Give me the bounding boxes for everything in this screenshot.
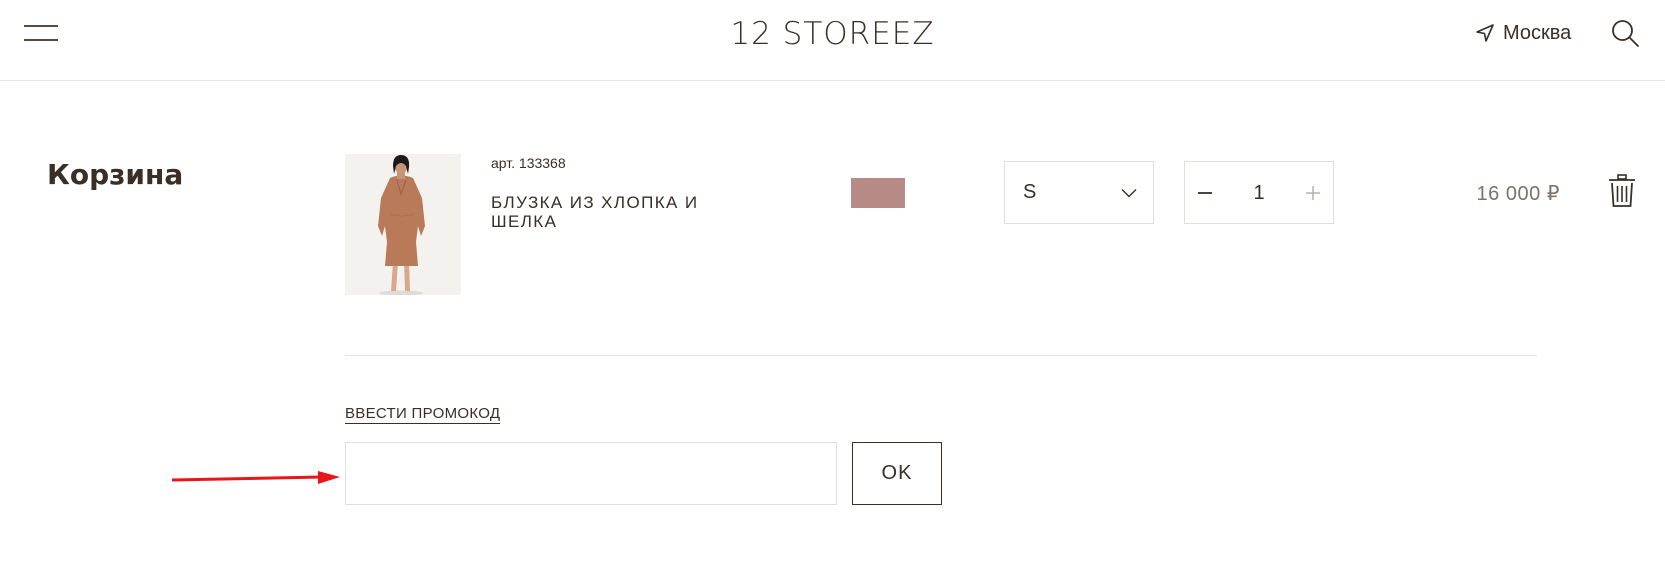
product-price: 16 000 ₽ [1476,183,1560,205]
city-selector[interactable]: Москва [1475,20,1571,46]
annotation-arrow-icon [172,471,340,484]
brand-logo[interactable]: 12 STOREEZ [0,16,1665,52]
promo-code-link[interactable]: ВВЕСТИ ПРОМОКОД [345,405,501,424]
product-sku: арт. 133368 [491,155,566,171]
quantity-value[interactable]: 1 [1225,182,1293,205]
site-header: 12 STOREEZ Москва [0,0,1665,81]
promo-apply-button[interactable]: OK [852,442,942,505]
quantity-decrease-button[interactable] [1185,162,1225,223]
promo-code-input[interactable] [345,442,837,505]
trash-icon[interactable] [1607,174,1637,208]
city-label: Москва [1503,21,1572,44]
minus-icon [1198,191,1212,194]
size-select[interactable]: S [1004,161,1154,224]
color-swatch [851,178,905,208]
size-value: S [1023,181,1037,203]
chevron-down-icon [1121,189,1137,198]
page-title: Корзина [47,158,184,191]
search-icon[interactable] [1610,18,1640,48]
divider [345,355,1537,356]
navigation-arrow-icon [1476,24,1494,42]
quantity-stepper: 1 [1184,161,1334,224]
product-name[interactable]: БЛУЗКА ИЗ ХЛОПКА И ШЕЛКА [491,193,751,231]
product-image[interactable] [345,154,461,295]
plus-icon [1306,185,1320,200]
quantity-increase-button[interactable] [1293,162,1333,223]
